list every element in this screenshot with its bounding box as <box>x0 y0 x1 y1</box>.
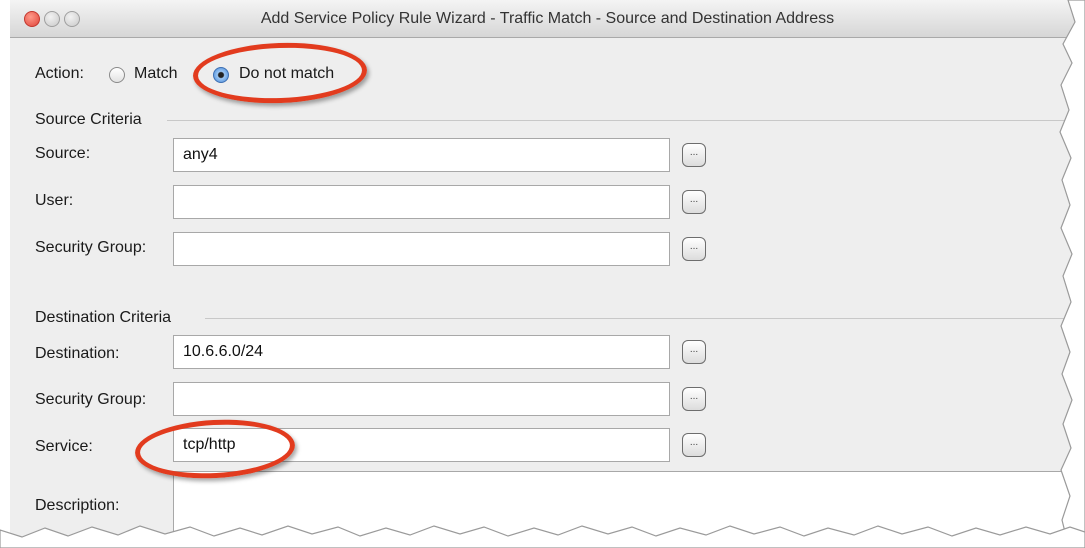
torn-edge-overlay <box>0 0 1085 548</box>
screenshot-stage: Add Service Policy Rule Wizard - Traffic… <box>0 0 1085 548</box>
